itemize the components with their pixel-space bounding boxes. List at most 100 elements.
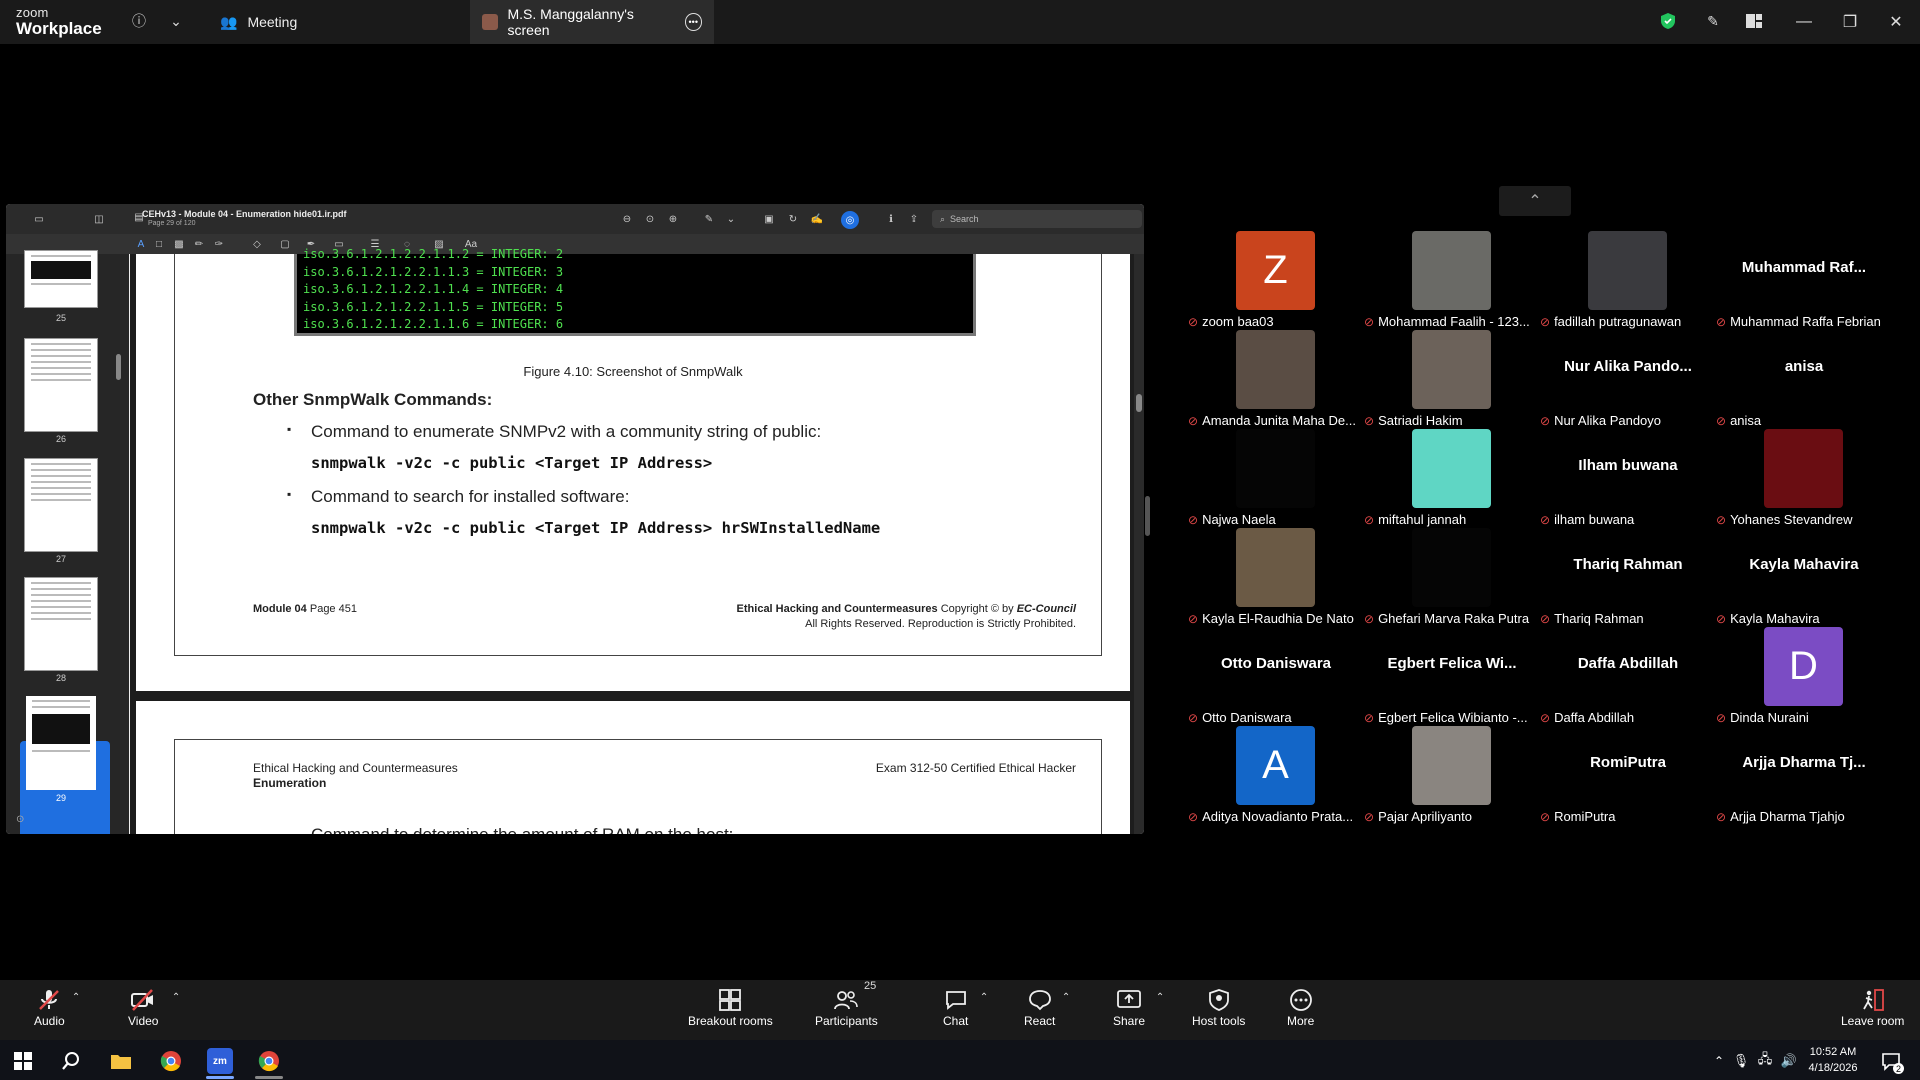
screen-options-icon[interactable]: ••• [684, 13, 702, 31]
participant-tile[interactable]: ⊘ Mohammad Faalih - 123... [1364, 231, 1540, 330]
info-icon[interactable]: ℹ [884, 212, 898, 226]
search-icon[interactable] [58, 1048, 84, 1074]
zoom-out-icon[interactable]: ⊖ [620, 212, 634, 226]
terminal-line: iso.3.6.1.2.1.2.2.1.1.3 = INTEGER: 3 [303, 264, 564, 279]
gallery-page-up-button[interactable]: ⌃ [1499, 186, 1571, 216]
mic-muted-icon: ⊘ [1716, 710, 1727, 725]
draw-icon[interactable]: ✑ [212, 237, 226, 251]
participant-name-label: ⊘ Otto Daniswara [1188, 710, 1364, 725]
chat-button[interactable]: Chat [943, 988, 968, 1028]
participant-tile[interactable]: ⊘ Yohanes Stevandrew [1716, 429, 1892, 528]
pdf-scrollbar-thumb[interactable] [1136, 394, 1142, 412]
text-box-icon[interactable]: ▢ [278, 237, 292, 251]
video-button[interactable]: Video [128, 988, 158, 1028]
participant-tile[interactable]: Muhammad Raf... ⊘ Muhammad Raffa Febrian [1716, 231, 1892, 330]
participants-button[interactable]: Participants [815, 988, 878, 1028]
sidebar-view-icon[interactable]: ◫ [92, 212, 106, 226]
participant-tile[interactable]: ⊘ Pajar Apriliyanto [1364, 726, 1540, 825]
markup-pen-icon[interactable]: ✎ [702, 212, 716, 226]
thumbnail-page-25[interactable] [24, 250, 98, 308]
chrome-icon[interactable] [158, 1048, 184, 1074]
thumbnail-page-28[interactable] [24, 577, 98, 671]
sidebar-scrollbar[interactable] [116, 354, 121, 380]
thumbnail-page-29[interactable] [26, 696, 96, 790]
participants-icon [833, 988, 859, 1014]
sign-icon[interactable]: ✍ [810, 212, 824, 226]
more-button[interactable]: More [1287, 988, 1314, 1028]
breakout-rooms-button[interactable]: Breakout rooms [688, 988, 773, 1028]
network-icon[interactable]: 🖧 [1752, 1048, 1778, 1074]
shapes-icon[interactable]: ◇ [250, 237, 264, 251]
participant-tile[interactable]: anisa ⊘ anisa [1716, 330, 1892, 429]
zoom-fit-icon[interactable]: ⊙ [643, 212, 657, 226]
taskbar-clock[interactable]: 10:52 AM 4/18/2026 [1788, 1044, 1878, 1076]
meeting-tab[interactable]: 👥 Meeting [206, 0, 311, 44]
sidebar-toggle-icon[interactable]: ▭ [32, 212, 46, 226]
thumbnail-page-27[interactable] [24, 458, 98, 552]
participant-tile[interactable]: Nur Alika Pando... ⊘ Nur Alika Pandoyo [1540, 330, 1716, 429]
participant-tile[interactable]: RomiPutra ⊘ RomiPutra [1540, 726, 1716, 825]
participant-tile[interactable]: Daffa Abdillah ⊘ Daffa Abdillah [1540, 627, 1716, 726]
split-view-handle[interactable] [1145, 496, 1150, 536]
encryption-shield-icon[interactable] [1658, 11, 1678, 31]
annotate-pen-icon[interactable]: ✎ [1703, 11, 1723, 31]
pdf-scrollbar[interactable] [1134, 254, 1144, 834]
rect-select-icon[interactable]: □ [152, 237, 166, 251]
redact-icon[interactable]: ▩ [172, 237, 186, 251]
participant-tile[interactable]: D ⊘ Dinda Nuraini [1716, 627, 1892, 726]
settings-icon[interactable]: ⊙ [16, 814, 24, 825]
chevron-down-icon[interactable]: ⌄ [166, 11, 186, 31]
host-tools-button[interactable]: Host tools [1192, 988, 1245, 1028]
participant-tile[interactable]: Kayla Mahavira ⊘ Kayla Mahavira [1716, 528, 1892, 627]
zoom-in-icon[interactable]: ⊕ [666, 212, 680, 226]
thumbnail-page-26[interactable] [24, 338, 98, 432]
participant-tile[interactable]: ⊘ Najwa Naela [1188, 429, 1364, 528]
sketch-icon[interactable]: ✏ [192, 237, 206, 251]
notification-icon[interactable]: 2 [1878, 1048, 1904, 1074]
file-explorer-icon[interactable] [108, 1048, 134, 1074]
rotate-icon[interactable]: ↻ [786, 212, 800, 226]
audio-button[interactable]: Audio [34, 988, 65, 1028]
meeting-info-icon[interactable]: ⓘ [129, 11, 149, 31]
minimize-button[interactable]: — [1792, 10, 1816, 34]
pdf-canvas[interactable]: iso.3.6.1.2.1.2.2.1.1.2 = INTEGER: 2 iso… [130, 247, 1134, 834]
participant-tile[interactable]: Egbert Felica Wi... ⊘ Egbert Felica Wibian… [1364, 627, 1540, 726]
share-button[interactable]: Share [1113, 988, 1145, 1028]
participant-tile[interactable]: Otto Daniswara ⊘ Otto Daniswara [1188, 627, 1364, 726]
participant-tile[interactable]: Thariq Rahman ⊘ Thariq Rahman [1540, 528, 1716, 627]
participant-tile[interactable]: ⊘ fadillah putragunawan [1540, 231, 1716, 330]
participant-video [1412, 726, 1491, 805]
participant-tile[interactable]: ⊘ Satriadi Hakim [1364, 330, 1540, 429]
participant-tile[interactable]: A ⊘ Aditya Novadianto Prata... [1188, 726, 1364, 825]
footer-module-label: Module 04 [253, 603, 307, 615]
microphone-tray-icon[interactable]: 🎙 [1728, 1048, 1754, 1074]
participant-tile[interactable]: ⊘ Kayla El-Raudhia De Nato [1188, 528, 1364, 627]
pdf-search-input[interactable]: ⌕ Search [932, 210, 1142, 228]
mic-muted-icon: ⊘ [1540, 710, 1551, 725]
view-layout-icon[interactable] [1744, 11, 1764, 31]
chevron-down-icon[interactable]: ⌄ [724, 212, 738, 226]
highlight-mode-icon[interactable]: ◎ [841, 211, 859, 229]
react-button[interactable]: React [1024, 988, 1055, 1028]
windows-start-icon[interactable] [10, 1048, 36, 1074]
leave-room-button[interactable]: Leave room [1841, 988, 1904, 1028]
participant-display-name: Arjja Dharma Tj... [1742, 754, 1866, 771]
participant-display-name: Daffa Abdillah [1577, 655, 1679, 672]
share-icon[interactable]: ⇪ [907, 212, 921, 226]
chrome-profile-icon[interactable] [256, 1048, 282, 1074]
participant-tile[interactable]: Arjja Dharma Tj... ⊘ Arjja Dharma Tjahjo [1716, 726, 1892, 825]
restore-button[interactable]: ❐ [1838, 10, 1862, 34]
textbox-icon[interactable]: ▣ [762, 212, 776, 226]
shared-screen-tab[interactable]: M.S. Manggalanny's screen ••• [470, 0, 714, 44]
bullet-text: Command to enumerate SNMPv2 with a commu… [311, 422, 822, 441]
close-button[interactable]: ✕ [1884, 10, 1908, 34]
shared-screen[interactable]: ▭ ◫ ▤ CEHv13 - Module 04 - Enumeration h… [6, 204, 1144, 834]
participant-tile[interactable]: ⊘ Amanda Junita Maha De... [1188, 330, 1364, 429]
participant-tile[interactable]: Z ⊘ zoom baa03 [1188, 231, 1364, 330]
terminal-line: iso.3.6.1.2.1.2.2.1.1.2 = INTEGER: 2 [303, 247, 564, 261]
zoom-taskbar-icon[interactable]: zm [207, 1048, 233, 1074]
text-select-icon[interactable]: A [134, 237, 148, 251]
participant-tile[interactable]: ⊘ miftahul jannah [1364, 429, 1540, 528]
participant-tile[interactable]: ⊘ Ghefari Marva Raka Putra [1364, 528, 1540, 627]
participant-tile[interactable]: Ilham buwana ⊘ ilham buwana [1540, 429, 1716, 528]
